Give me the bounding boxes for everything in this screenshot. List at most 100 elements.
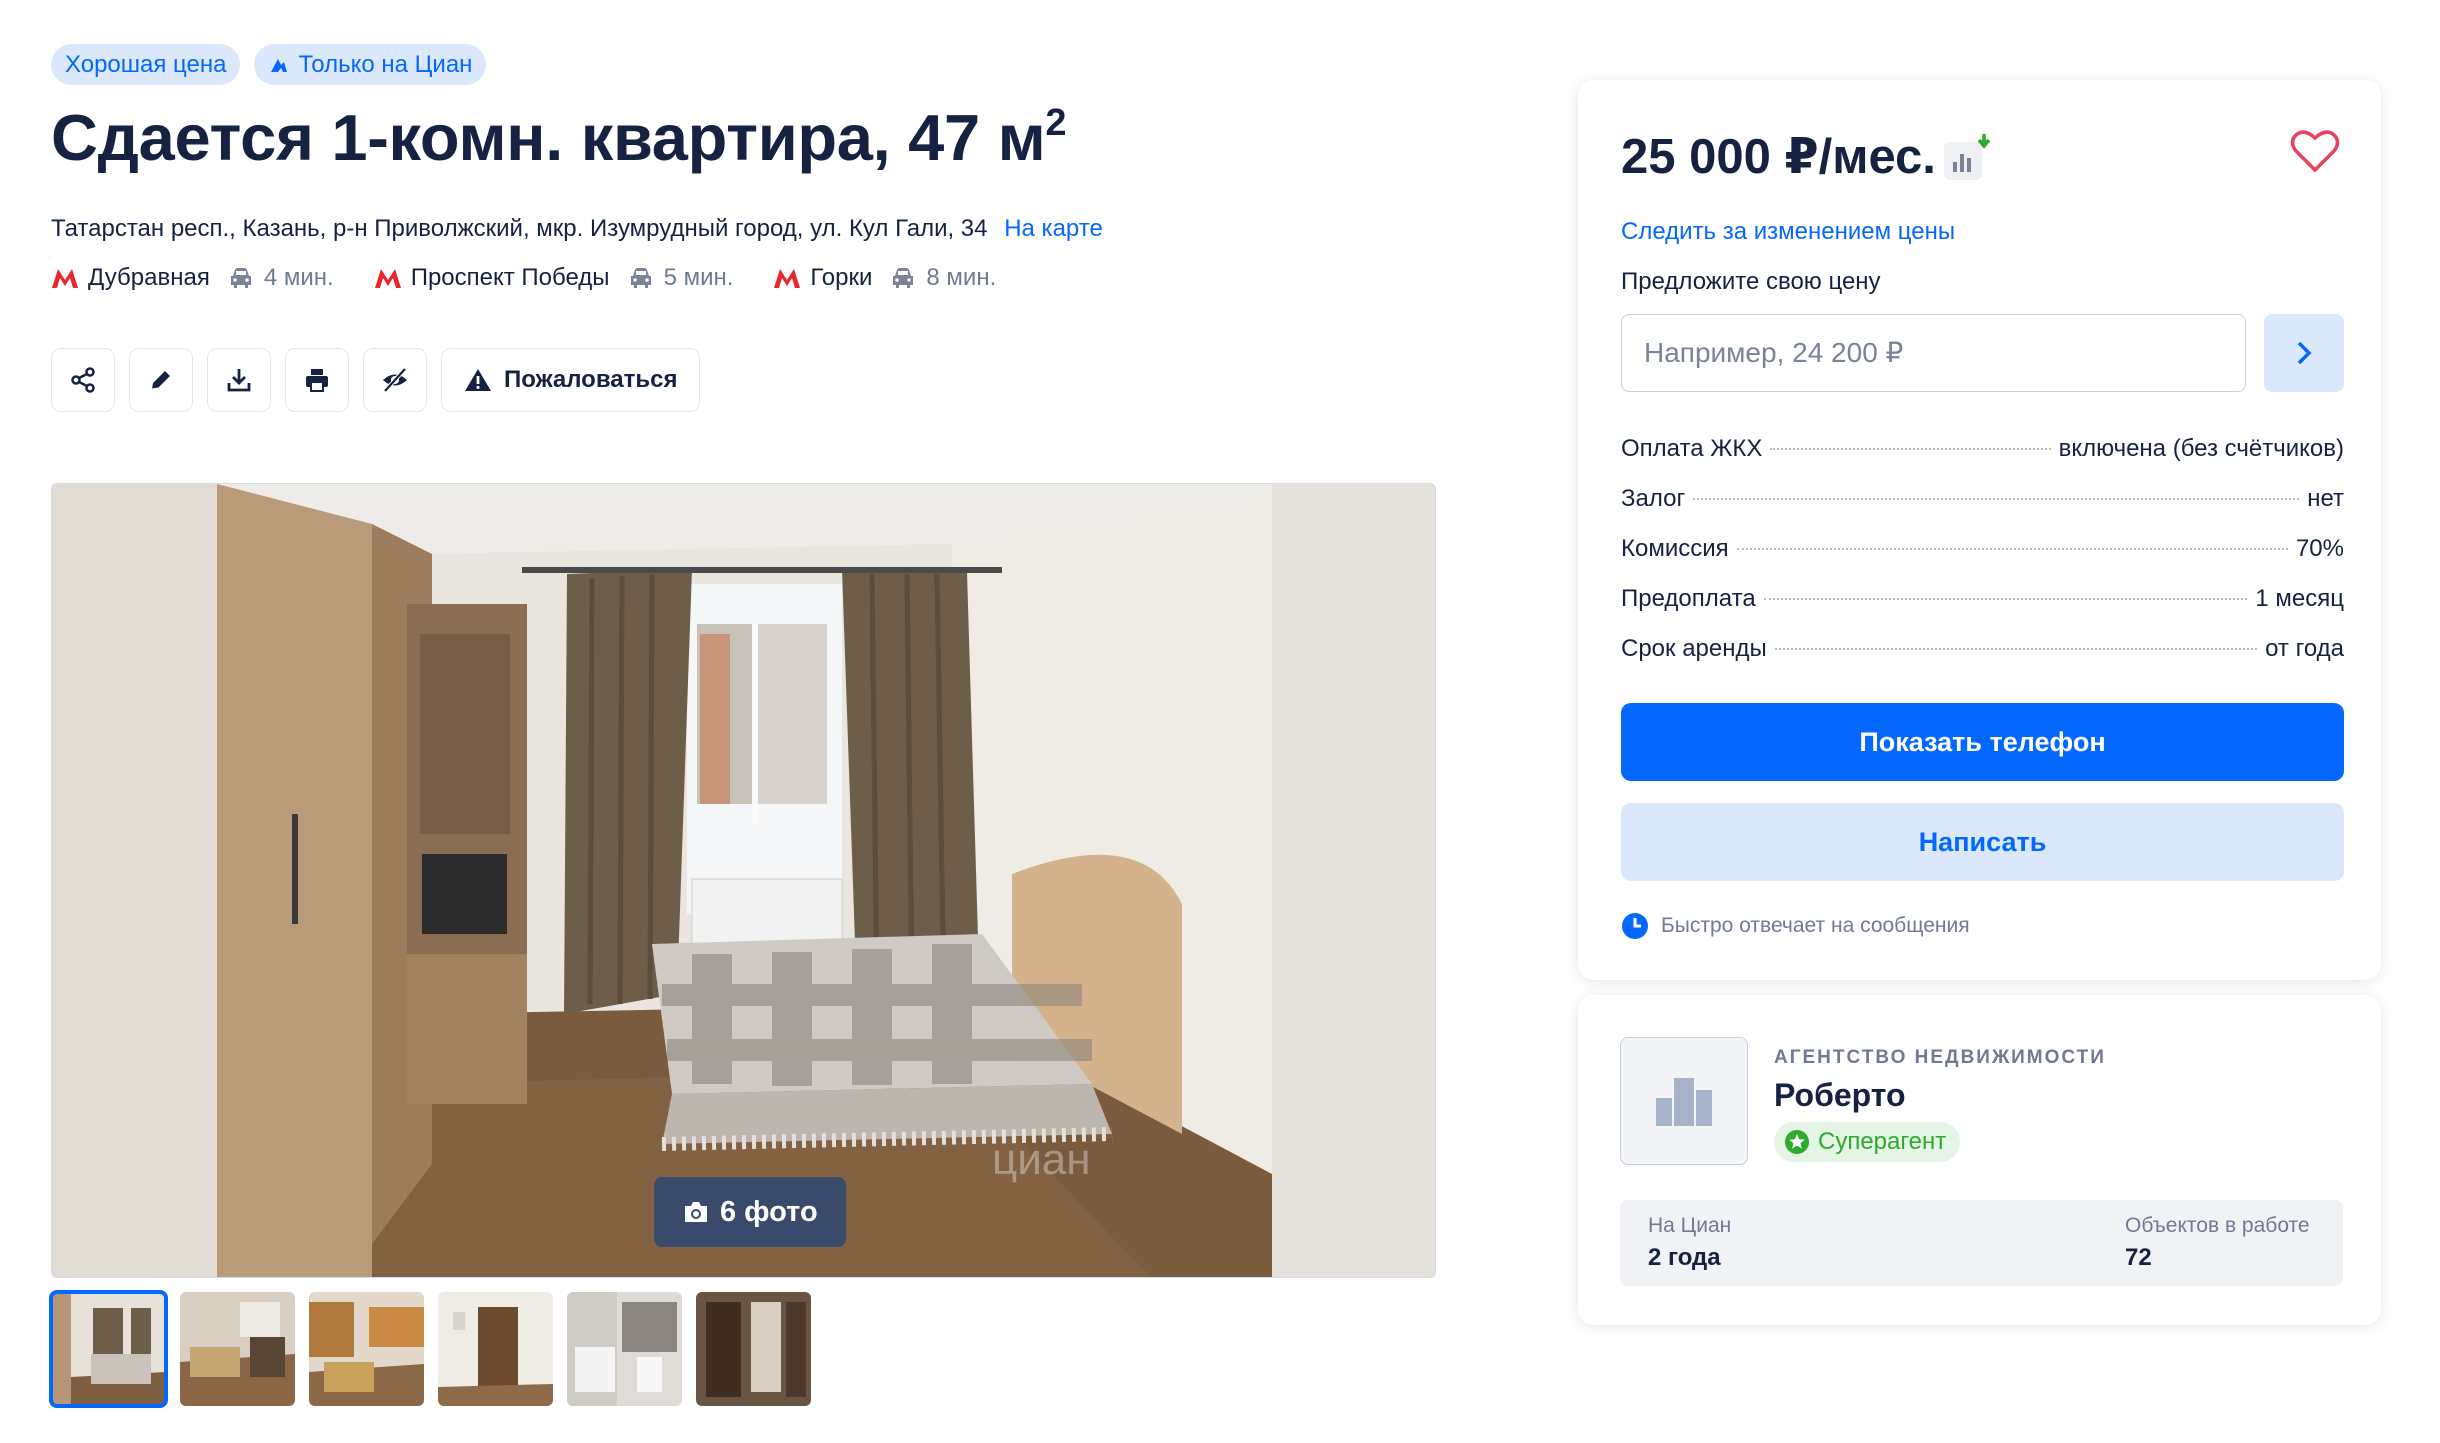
thumbnail-image [51, 1292, 166, 1406]
cian-logo-icon [271, 58, 288, 72]
metro-travel-time: 8 мин. [926, 264, 997, 291]
share-button[interactable] [51, 348, 115, 412]
thumbnail-image [180, 1292, 295, 1406]
metro-m-icon [774, 269, 801, 288]
address: Татарстан респ., Казань, р-н Приволжский… [51, 215, 1103, 243]
agent-stat-key: На Циан [1648, 1214, 1732, 1237]
download-icon [227, 369, 251, 392]
clock-icon [1622, 913, 1648, 939]
thumbnail-image [567, 1292, 682, 1406]
hide-button[interactable] [363, 348, 427, 412]
term-row: Залог нет [1621, 485, 2344, 535]
photo-thumbnail[interactable] [438, 1292, 553, 1406]
pencil-icon [151, 371, 170, 390]
term-key: Срок аренды [1621, 635, 1767, 662]
camera-icon [685, 1202, 707, 1222]
superagent-badge-label: Суперагент [1818, 1128, 1947, 1155]
agent-type: АГЕНТСТВО НЕДВИЖИМОСТИ [1774, 1047, 2106, 1068]
metro-station: Горки [810, 264, 873, 291]
agent-stats: На Циан 2 года Объектов в работе 72 [1620, 1200, 2343, 1286]
term-value: от года [2265, 635, 2344, 662]
photo-thumbnails [49, 1290, 811, 1408]
follow-price-link[interactable]: Следить за изменением цены [1621, 218, 1955, 246]
warning-triangle-icon [465, 369, 491, 391]
heart-icon[interactable] [2290, 128, 2340, 174]
agent-stat: На Циан 2 года [1648, 1214, 1731, 1272]
photo-thumbnail[interactable] [309, 1292, 424, 1406]
metro-m-icon [52, 269, 78, 288]
response-note: Быстро отвечает на сообщения [1621, 912, 1970, 940]
term-leader [1770, 448, 2051, 450]
write-message-button[interactable]: Написать [1621, 803, 2344, 881]
price-card: 25 000 ₽/мес. Следить за изменением цены… [1578, 80, 2381, 980]
term-key: Залог [1621, 485, 1686, 512]
star-badge-icon [1785, 1130, 1809, 1154]
term-value: 1 месяц [2255, 585, 2344, 612]
term-leader [1774, 648, 2258, 650]
good-price-badge-label: Хорошая цена [65, 51, 227, 78]
chevron-right-icon [2297, 341, 2312, 365]
response-note-text: Быстро отвечает на сообщения [1661, 914, 1970, 937]
offer-submit-button[interactable] [2264, 314, 2344, 392]
listing-actions: Пожаловаться [51, 348, 701, 412]
offer-price-input[interactable] [1621, 314, 2246, 392]
agent-stat: Объектов в работе 72 [2125, 1214, 2310, 1272]
metro-item[interactable]: Дубравная 4 мин. [51, 264, 334, 292]
photo-count-button[interactable]: 6 фото [654, 1177, 846, 1247]
term-value: включена (без счётчиков) [2058, 435, 2344, 462]
term-leader [1736, 548, 2288, 550]
main-photo[interactable]: циан 6 фото [51, 483, 1436, 1278]
photo-thumbnail[interactable] [567, 1292, 682, 1406]
agent-stat-key: Объектов в работе [2125, 1214, 2310, 1237]
download-button[interactable] [207, 348, 271, 412]
svg-text:циан: циан [992, 1135, 1091, 1184]
eye-crossed-icon [383, 367, 407, 393]
metro-travel-time: 5 мин. [663, 264, 734, 291]
superagent-badge: Суперагент [1774, 1122, 1961, 1162]
price-chart-icon[interactable] [1942, 132, 1992, 182]
agent-stat-value: 2 года [1648, 1244, 1721, 1271]
only-cian-badge: Только на Циан [254, 44, 487, 85]
metro-item[interactable]: Проспект Победы 5 мин. [374, 264, 734, 292]
term-value: нет [2307, 485, 2344, 512]
term-row: Предоплата 1 месяц [1621, 585, 2344, 635]
thumbnail-image [309, 1292, 424, 1406]
term-row: Комиссия 70% [1621, 535, 2344, 585]
complain-button[interactable]: Пожаловаться [441, 348, 701, 412]
agent-stat-value: 72 [2125, 1244, 2152, 1271]
address-text: Татарстан респ., Казань, р-н Приволжский… [51, 215, 988, 242]
edit-button[interactable] [129, 348, 193, 412]
only-cian-badge-label: Только на Циан [298, 51, 473, 78]
room-photo: циан [52, 484, 1435, 1277]
term-value: 70% [2295, 535, 2344, 562]
print-button[interactable] [285, 348, 349, 412]
term-key: Предоплата [1621, 585, 1756, 612]
map-link[interactable]: На карте [1004, 215, 1103, 242]
agent-logo[interactable] [1620, 1037, 1748, 1165]
page-title: Сдается 1-комн. квартира, 47 м2 [51, 100, 1067, 175]
listing-badges: Хорошая цена Только на Циан [51, 44, 487, 85]
term-row: Срок аренды от года [1621, 635, 2344, 685]
photo-thumbnail[interactable] [49, 1290, 168, 1408]
photo-thumbnail[interactable] [180, 1292, 295, 1406]
agent-name[interactable]: Роберто [1774, 1077, 1906, 1114]
term-row: Оплата ЖКХ включена (без счётчиков) [1621, 435, 2344, 485]
term-leader [1763, 598, 2248, 600]
metro-list: Дубравная 4 мин. Проспект Победы 5 мин. … [51, 264, 1036, 292]
page-title-text: Сдается 1-комн. квартира, 47 м [51, 101, 1046, 174]
car-icon [630, 268, 651, 288]
car-icon [893, 268, 914, 288]
term-key: Комиссия [1621, 535, 1729, 562]
page-title-superscript: 2 [1045, 102, 1067, 144]
term-key: Оплата ЖКХ [1621, 435, 1763, 462]
metro-m-icon [374, 269, 401, 288]
photo-thumbnail[interactable] [696, 1292, 811, 1406]
agent-card: АГЕНТСТВО НЕДВИЖИМОСТИ Роберто Супераген… [1578, 995, 2381, 1325]
show-phone-button[interactable]: Показать телефон [1621, 703, 2344, 781]
complain-button-label: Пожаловаться [504, 366, 678, 393]
photo-count-label: 6 фото [720, 1195, 818, 1228]
good-price-badge: Хорошая цена [51, 44, 241, 85]
car-icon [230, 268, 251, 288]
metro-item[interactable]: Горки 8 мин. [773, 264, 996, 292]
term-leader [1693, 498, 2300, 500]
